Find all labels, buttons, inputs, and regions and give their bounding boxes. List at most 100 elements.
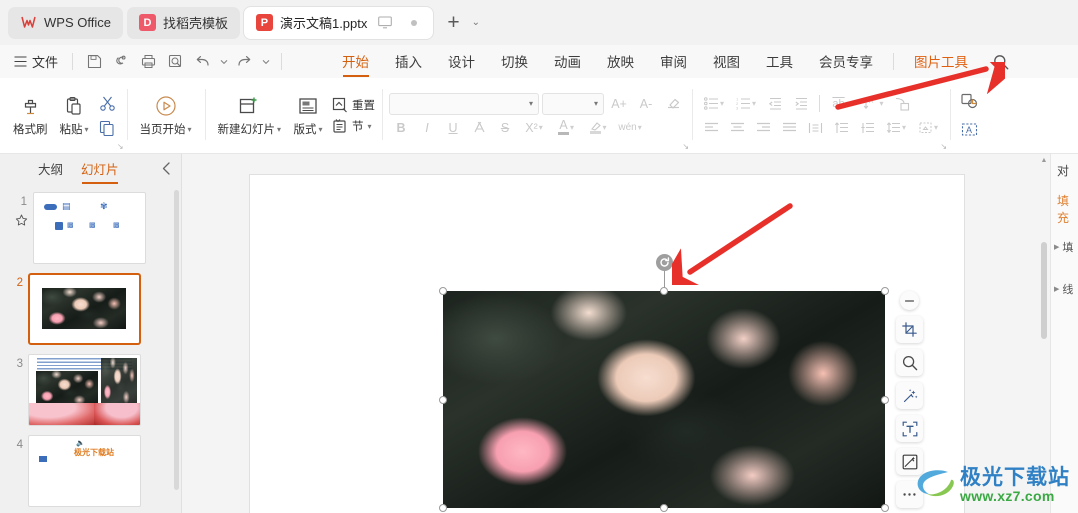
tab-member-exclusive[interactable]: 会员专享 bbox=[806, 48, 886, 76]
document-tab[interactable]: P 演示文稿1.pptx bbox=[243, 6, 434, 39]
paragraph-dialog-launcher[interactable]: ↘ bbox=[940, 142, 947, 151]
undo-dropdown-icon[interactable] bbox=[217, 50, 230, 74]
slide-thumbnail-4[interactable]: 🔈 极光下载站 bbox=[28, 435, 141, 507]
italic-button[interactable]: I bbox=[415, 117, 439, 139]
print-icon[interactable] bbox=[136, 50, 161, 74]
chevron-down-icon[interactable]: ▾ bbox=[188, 125, 192, 134]
print-preview-icon[interactable] bbox=[163, 50, 188, 74]
format-painter-button[interactable]: 格式刷 bbox=[7, 91, 54, 140]
slide-thumbnail-1[interactable]: ▤ ✾ ▩ ▩ ▩ bbox=[33, 192, 146, 264]
font-name-combobox[interactable]: ▾ bbox=[389, 92, 540, 115]
text-direction-button[interactable]: ab ▾ bbox=[826, 93, 856, 115]
undo-icon[interactable] bbox=[190, 50, 215, 74]
pinyin-guide-button[interactable]: wén ▾ bbox=[615, 117, 645, 139]
resize-handle-nw[interactable] bbox=[439, 287, 447, 295]
layout-button[interactable]: 版式 ▾ bbox=[287, 91, 329, 140]
scrollbar-thumb[interactable] bbox=[1041, 242, 1047, 339]
tab-view[interactable]: 视图 bbox=[700, 48, 753, 76]
paste-button[interactable]: 粘贴 ▾ bbox=[54, 91, 95, 140]
superscript-button[interactable]: X² ▾ bbox=[519, 117, 549, 139]
tab-outline[interactable]: 大纲 bbox=[38, 159, 63, 182]
tab-animation[interactable]: 动画 bbox=[541, 48, 594, 76]
paragraph-spacing-button[interactable] bbox=[855, 117, 879, 139]
thumbnail-row-1[interactable]: 1 ▤ ✾ ▩ ▩ ▩ bbox=[0, 192, 173, 264]
crop-icon[interactable] bbox=[896, 316, 923, 343]
slide-canvas-area[interactable] bbox=[182, 154, 1050, 513]
align-left-button[interactable] bbox=[699, 117, 723, 139]
slide-panel-scrollbar[interactable] bbox=[174, 190, 179, 490]
tab-slideshow[interactable]: 放映 bbox=[594, 48, 647, 76]
slide-editing-surface[interactable] bbox=[250, 175, 964, 513]
chevron-down-icon[interactable]: ▾ bbox=[368, 122, 372, 131]
file-menu-button[interactable]: 文件 bbox=[9, 50, 63, 73]
new-tab-button[interactable]: + bbox=[447, 12, 459, 33]
text-highlight-button[interactable]: ▾ bbox=[583, 117, 613, 139]
thumbnail-row-4[interactable]: 4 🔈 极光下载站 bbox=[0, 435, 173, 507]
strikethrough-button[interactable]: S bbox=[493, 117, 517, 139]
save-icon[interactable] bbox=[82, 50, 107, 74]
template-store-tab[interactable]: D 找稻壳模板 bbox=[126, 6, 240, 39]
zoom-search-icon[interactable] bbox=[896, 349, 923, 376]
star-icon[interactable] bbox=[15, 214, 33, 232]
line-spacing-button[interactable]: ▾ bbox=[881, 117, 911, 139]
font-size-combobox[interactable]: ▾ bbox=[542, 92, 605, 115]
thumbnail-row-2[interactable]: 2 bbox=[0, 273, 173, 345]
resize-handle-e[interactable] bbox=[881, 395, 889, 404]
tab-slides[interactable]: 幻灯片 bbox=[81, 159, 119, 184]
canvas-vertical-scrollbar[interactable]: ▲ bbox=[1038, 154, 1050, 513]
increase-indent-button[interactable] bbox=[789, 93, 813, 115]
cut-icon[interactable] bbox=[95, 92, 120, 114]
format-side-panel[interactable]: 对 填充 ▶ 填 ▶ 线 bbox=[1050, 154, 1078, 513]
magic-wand-icon[interactable] bbox=[896, 382, 923, 409]
grow-font-button[interactable]: A+ bbox=[607, 93, 631, 115]
section-button[interactable]: 节 ▾ bbox=[332, 118, 375, 134]
copy-icon[interactable] bbox=[95, 117, 120, 139]
text-box-icon[interactable]: A bbox=[957, 119, 981, 141]
collapse-panel-icon[interactable] bbox=[162, 162, 171, 178]
tab-tools[interactable]: 工具 bbox=[753, 48, 806, 76]
wps-office-home-tab[interactable]: WPS Office bbox=[8, 6, 123, 39]
line-spacing-increase-button[interactable] bbox=[829, 117, 853, 139]
extract-text-icon[interactable] bbox=[896, 415, 923, 442]
align-right-button[interactable] bbox=[751, 117, 775, 139]
clear-formatting-icon[interactable] bbox=[661, 93, 685, 115]
redo-icon[interactable] bbox=[232, 50, 257, 74]
search-icon[interactable] bbox=[987, 48, 1015, 76]
distributed-align-button[interactable] bbox=[803, 117, 827, 139]
font-dialog-launcher[interactable]: ↘ bbox=[682, 142, 689, 151]
thumbnail-row-3[interactable]: 3 bbox=[0, 354, 173, 426]
slide-thumbnail-2[interactable] bbox=[28, 273, 141, 345]
scroll-up-arrow-icon[interactable]: ▲ bbox=[1038, 154, 1050, 164]
rotate-icon[interactable] bbox=[655, 254, 673, 271]
tab-design[interactable]: 设计 bbox=[435, 48, 488, 76]
decrease-indent-button[interactable] bbox=[763, 93, 787, 115]
attach-cloud-icon[interactable] bbox=[109, 50, 134, 74]
panel-item-fill[interactable]: ▶ 填 bbox=[1051, 239, 1078, 255]
chevron-down-icon[interactable]: ▾ bbox=[319, 125, 323, 134]
underline-button[interactable]: U bbox=[441, 117, 465, 139]
tab-review[interactable]: 审阅 bbox=[647, 48, 700, 76]
new-slide-button[interactable]: 新建幻灯片 ▾ bbox=[212, 91, 288, 140]
bullets-button[interactable]: ▾ bbox=[699, 93, 729, 115]
panel-section-fill[interactable]: 填充 bbox=[1051, 192, 1078, 226]
tab-insert[interactable]: 插入 bbox=[382, 48, 435, 76]
panel-item-line[interactable]: ▶ 线 bbox=[1051, 281, 1078, 297]
reset-button[interactable]: 重置 bbox=[332, 97, 375, 113]
chevron-down-icon[interactable]: ▾ bbox=[85, 125, 89, 134]
resize-handle-s[interactable] bbox=[660, 504, 668, 512]
tab-transition[interactable]: 切换 bbox=[488, 48, 541, 76]
justify-button[interactable] bbox=[777, 117, 801, 139]
resize-handle-ne[interactable] bbox=[881, 287, 889, 295]
font-color-button[interactable]: A ▾ bbox=[551, 117, 581, 139]
slide-thumbnail-3[interactable] bbox=[28, 354, 141, 426]
start-from-current-slide-button[interactable]: 当页开始 ▾ bbox=[134, 91, 198, 140]
customize-toolbar-dropdown-icon[interactable] bbox=[259, 50, 272, 74]
resize-handle-sw[interactable] bbox=[439, 504, 447, 512]
resize-handle-se[interactable] bbox=[881, 504, 889, 512]
bold-button[interactable]: B bbox=[389, 117, 413, 139]
numbering-button[interactable]: 1 2 3 ▾ bbox=[731, 93, 761, 115]
resize-handle-w[interactable] bbox=[439, 395, 447, 404]
smart-layout-button[interactable] bbox=[890, 93, 914, 115]
resize-handle-n[interactable] bbox=[660, 287, 668, 295]
text-effect-button[interactable] bbox=[467, 117, 491, 139]
